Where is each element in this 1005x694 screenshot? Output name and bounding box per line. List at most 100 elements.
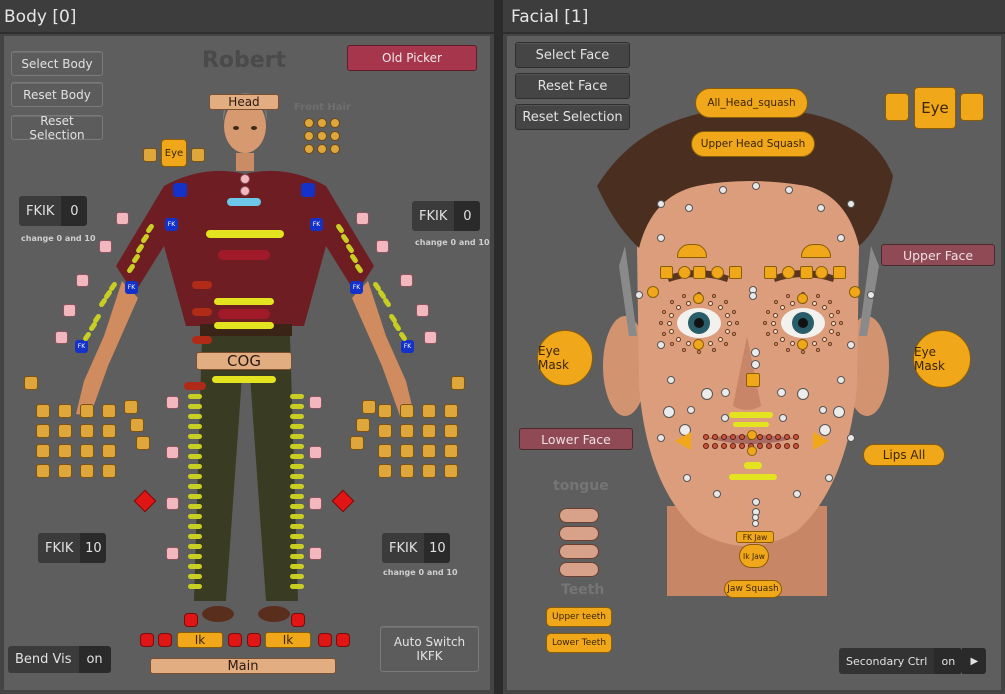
- old-picker-button[interactable]: Old Picker: [347, 45, 477, 71]
- leg-right-bend-key[interactable]: [290, 534, 304, 539]
- finger-left-control[interactable]: [36, 404, 50, 418]
- fk-jaw-control[interactable]: FK Jaw: [736, 531, 774, 543]
- face-white-control[interactable]: [785, 186, 793, 194]
- finger-right-control[interactable]: [400, 464, 414, 478]
- leg-left-bend-key[interactable]: [188, 544, 202, 549]
- leg-right-bend-key[interactable]: [290, 544, 304, 549]
- finger-left-control[interactable]: [80, 424, 94, 438]
- face-white-control[interactable]: [817, 204, 825, 212]
- hip-control[interactable]: [212, 376, 276, 383]
- finger-left-control[interactable]: [80, 404, 94, 418]
- finger-left-control[interactable]: [58, 424, 72, 438]
- lip-lower-control[interactable]: [784, 443, 790, 449]
- eyelid-inner-control[interactable]: [711, 347, 716, 352]
- lip-upper-control[interactable]: [757, 434, 763, 440]
- face-white-control[interactable]: [752, 498, 760, 506]
- lower-lip-bar[interactable]: [744, 462, 762, 469]
- leg-left-bend-key[interactable]: [188, 444, 202, 449]
- knee-left-pink[interactable]: [166, 446, 179, 459]
- forearm-right-pink[interactable]: [416, 304, 429, 317]
- neck-control[interactable]: [240, 174, 250, 184]
- chin-control[interactable]: [752, 520, 759, 527]
- tongue-control[interactable]: [559, 508, 599, 523]
- fk-upperarm-right[interactable]: FK: [310, 218, 323, 231]
- nose-side-control[interactable]: [777, 388, 786, 397]
- fk-upperarm-left[interactable]: FK: [165, 218, 178, 231]
- brow-right-control[interactable]: [764, 266, 777, 279]
- reset-selection-button[interactable]: Reset Selection: [11, 114, 103, 142]
- leg-left-bend-key[interactable]: [188, 414, 202, 419]
- jaw-squash-control[interactable]: Jaw Squash: [724, 580, 782, 598]
- face-white-control[interactable]: [819, 406, 827, 414]
- spine-control[interactable]: [218, 309, 270, 319]
- face-white-control[interactable]: [847, 200, 855, 208]
- fkik-upper-left[interactable]: FKIK 0: [19, 196, 88, 226]
- leg-right-bend-key[interactable]: [290, 414, 304, 419]
- lip-lower-control[interactable]: [757, 443, 763, 449]
- eyelid-control[interactable]: [789, 341, 795, 347]
- brow-left-control[interactable]: [693, 266, 706, 279]
- tongue-control[interactable]: [559, 544, 599, 559]
- face-white-control[interactable]: [719, 186, 727, 194]
- lips-all-control[interactable]: Lips All: [863, 444, 945, 466]
- finger-left-control[interactable]: [102, 404, 116, 418]
- foot-left-toe-red[interactable]: [184, 613, 198, 627]
- lip-upper-control[interactable]: [712, 434, 718, 440]
- eyelid-control[interactable]: [675, 336, 681, 342]
- fkik-value[interactable]: 0: [454, 201, 481, 231]
- nose-side-control[interactable]: [751, 348, 760, 357]
- lip-upper-control[interactable]: [766, 434, 772, 440]
- finger-right-control[interactable]: [444, 464, 458, 478]
- eye-lower-control[interactable]: [693, 339, 704, 350]
- finger-left-control[interactable]: [58, 464, 72, 478]
- auto-switch-ikfk-button[interactable]: Auto Switch IKFK: [380, 626, 479, 672]
- thumb-right-control[interactable]: [350, 436, 364, 450]
- eyelid-inner-control[interactable]: [659, 321, 663, 325]
- fkik-lower-right[interactable]: FKIK 10: [382, 533, 451, 563]
- lip-lower-control[interactable]: [766, 443, 772, 449]
- face-white-control[interactable]: [752, 182, 760, 190]
- eyelid-control[interactable]: [724, 312, 730, 318]
- ik-jaw-control[interactable]: Ik Jaw: [739, 544, 769, 568]
- brow-inner-left[interactable]: [677, 244, 707, 258]
- foot-right-toe-red[interactable]: [291, 613, 305, 627]
- finger-right-control[interactable]: [378, 424, 392, 438]
- elbow-right-pink[interactable]: [400, 274, 413, 287]
- leg-right-bend-key[interactable]: [290, 404, 304, 409]
- shoulder-left-control[interactable]: [173, 183, 187, 197]
- lower-lip-bar[interactable]: [729, 474, 777, 480]
- eyelid-control[interactable]: [667, 321, 672, 326]
- face-white-control[interactable]: [825, 474, 833, 482]
- eye-control[interactable]: Eye: [161, 139, 187, 167]
- eyelid-control[interactable]: [771, 321, 776, 326]
- finger-left-control[interactable]: [102, 444, 116, 458]
- eye-left-control[interactable]: [143, 148, 157, 162]
- chevron-right-icon[interactable]: ▶: [962, 648, 987, 674]
- finger-right-control[interactable]: [378, 404, 392, 418]
- eye-left-control[interactable]: [885, 93, 909, 121]
- face-white-control[interactable]: [837, 376, 845, 384]
- wrist-right-pink[interactable]: [424, 331, 437, 344]
- select-body-button[interactable]: Select Body: [11, 51, 103, 76]
- lip-upper-control[interactable]: [775, 434, 781, 440]
- eyelid-inner-control[interactable]: [765, 332, 770, 337]
- leg-right-bend-key[interactable]: [290, 464, 304, 469]
- fk-wrist-right[interactable]: FK: [401, 340, 414, 353]
- eyelid-inner-control[interactable]: [735, 321, 739, 325]
- finger-right-control[interactable]: [378, 444, 392, 458]
- mouth-corner-left[interactable]: [675, 432, 691, 450]
- ik-waist-indicator[interactable]: [192, 281, 212, 289]
- lip-center-lower[interactable]: [747, 446, 757, 456]
- thumb-left-control[interactable]: [136, 436, 150, 450]
- lip-lower-control[interactable]: [793, 443, 799, 449]
- lip-center-upper[interactable]: [747, 430, 757, 440]
- leg-left-bend-key[interactable]: [188, 504, 202, 509]
- brow-right-control[interactable]: [833, 266, 846, 279]
- leg-right-bend-key[interactable]: [290, 524, 304, 529]
- cheek-control[interactable]: [663, 406, 675, 418]
- hand-right-control[interactable]: [451, 376, 465, 390]
- leg-left-bend-key[interactable]: [188, 564, 202, 569]
- foot-right-red[interactable]: [336, 633, 350, 647]
- finger-right-control[interactable]: [444, 424, 458, 438]
- upper-face-button[interactable]: Upper Face: [881, 244, 995, 266]
